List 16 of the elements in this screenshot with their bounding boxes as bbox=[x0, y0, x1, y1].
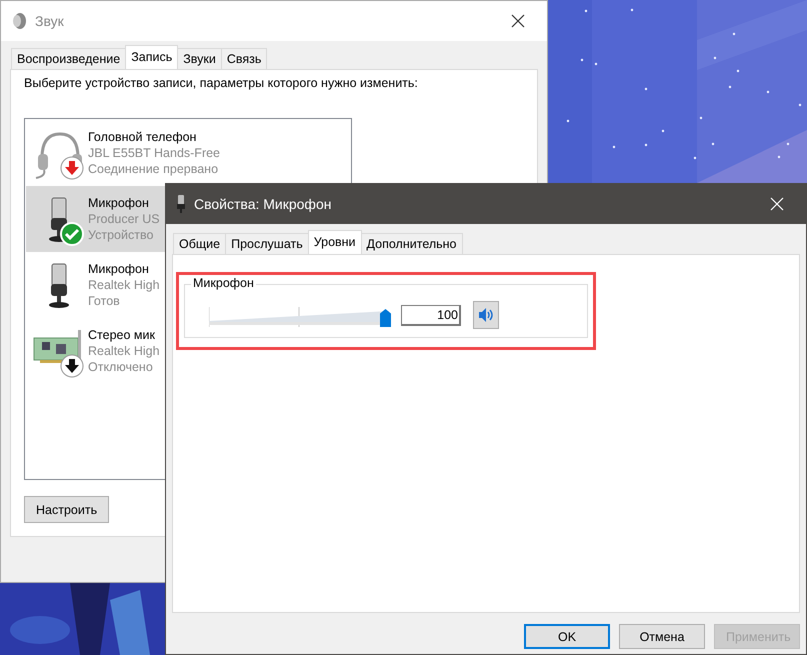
device-status: Соединение прервано bbox=[88, 162, 220, 176]
device-status: Готов bbox=[88, 294, 121, 308]
device-name: Микрофон bbox=[88, 196, 150, 210]
device-model: Realtek High bbox=[88, 278, 160, 292]
device-name: Головной телефон bbox=[88, 130, 198, 144]
device-status: Отключено bbox=[88, 360, 154, 374]
device-model: JBL E55BT Hands-Free bbox=[88, 146, 220, 160]
device-name: Стерео мик bbox=[88, 328, 156, 342]
dialog-title: Свойства: Микрофон bbox=[194, 196, 332, 212]
instruction-text: Выберите устройство записи, параметры которого нужно изменить: bbox=[24, 76, 419, 90]
device-model: Realtek High bbox=[88, 344, 160, 358]
group-label: Микрофон bbox=[191, 276, 256, 290]
device-status: Устройство bbox=[88, 228, 154, 242]
window-title: Звук bbox=[35, 13, 65, 29]
device-name: Микрофон bbox=[88, 262, 150, 276]
device-model: Producer US bbox=[88, 212, 160, 226]
